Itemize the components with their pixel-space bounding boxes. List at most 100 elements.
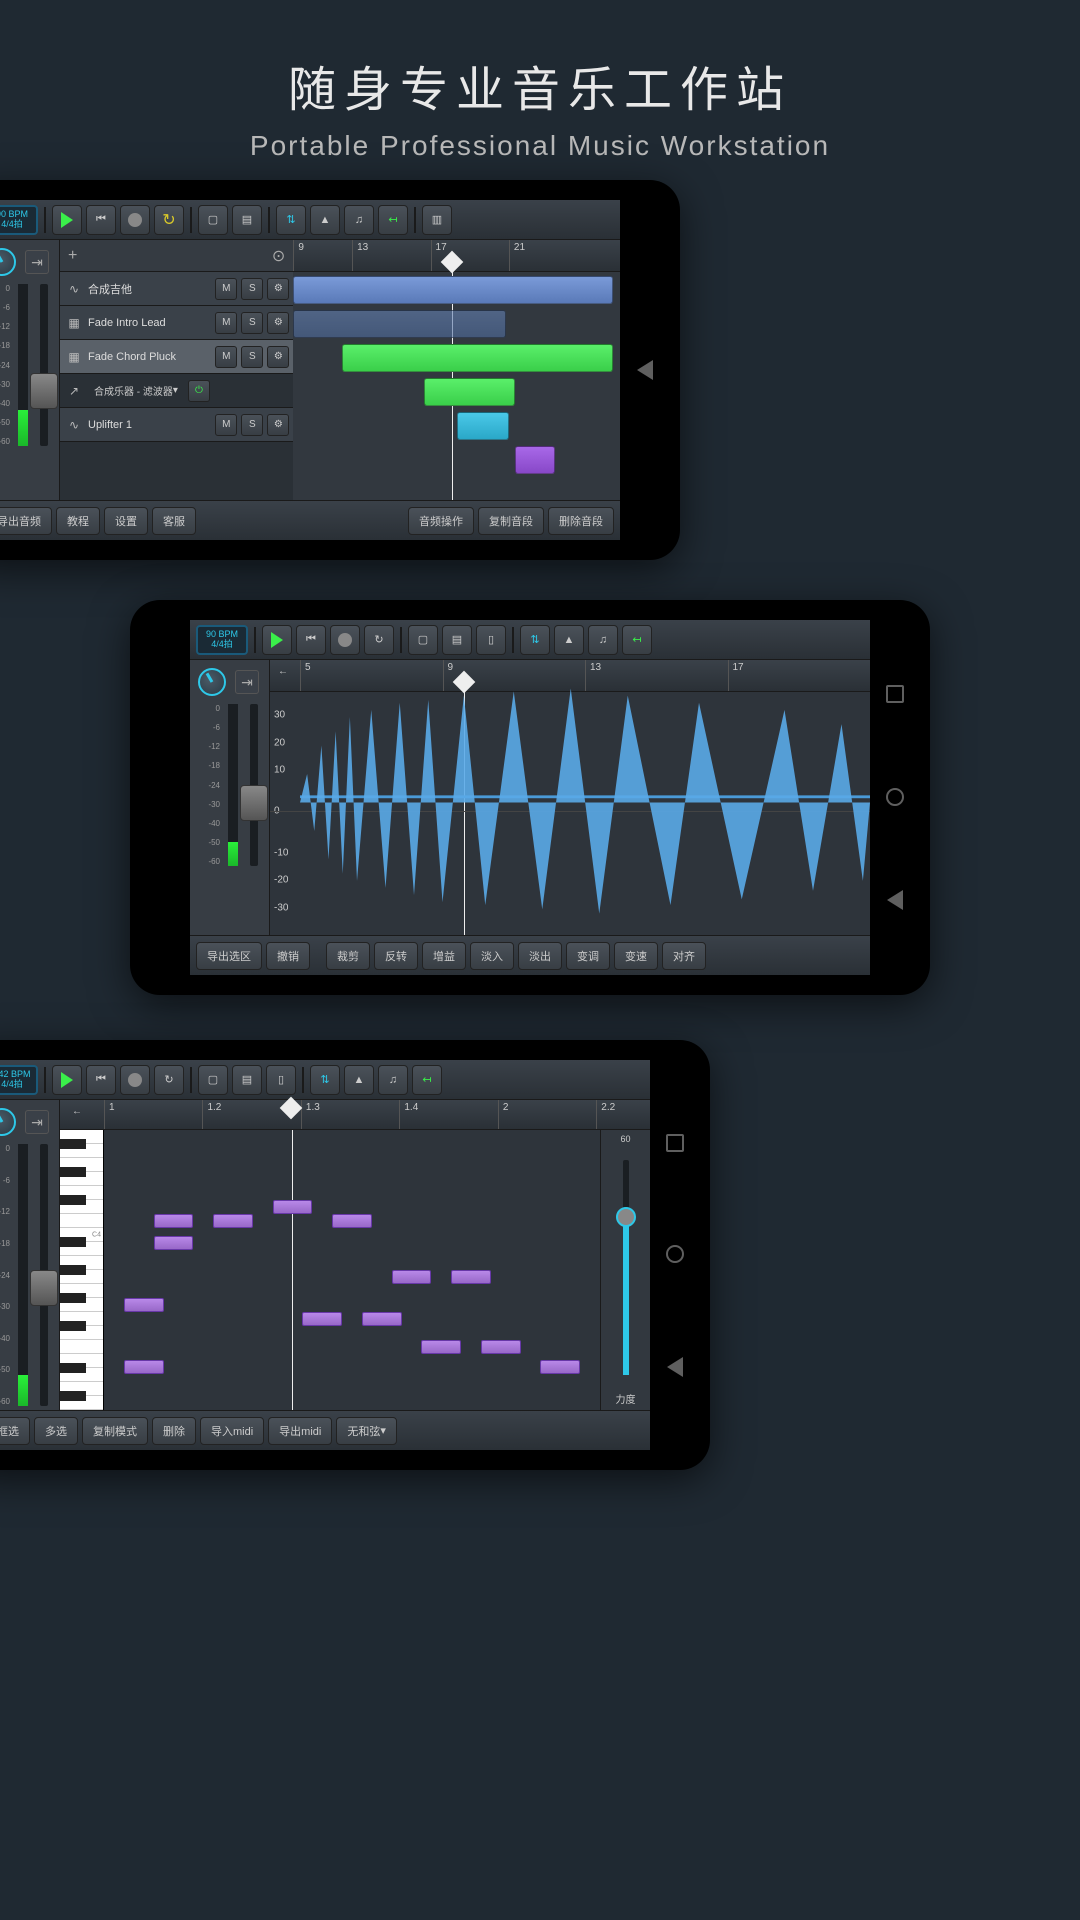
tutorial-button[interactable]: 教程: [56, 507, 100, 535]
record-button[interactable]: [120, 205, 150, 235]
chord-dropdown[interactable]: 无和弦 ▾: [336, 1417, 397, 1445]
save-button[interactable]: ▤: [232, 1065, 262, 1095]
crop-button[interactable]: 裁剪: [326, 942, 370, 970]
midi-note[interactable]: [273, 1200, 313, 1214]
copy-mode-button[interactable]: 复制模式: [82, 1417, 148, 1445]
velocity-slider[interactable]: [623, 1160, 629, 1375]
collapse-button[interactable]: ⊙: [272, 246, 285, 266]
clip[interactable]: [424, 378, 515, 406]
timeline[interactable]: 9 13 17 21: [293, 240, 620, 500]
mute-button[interactable]: M: [215, 414, 237, 436]
align-button[interactable]: 对齐: [662, 942, 706, 970]
import-midi-button[interactable]: 导入midi: [200, 1417, 264, 1445]
bpm-display[interactable]: 90 BPM 4/4拍: [0, 205, 38, 235]
notes-button[interactable]: ♫: [588, 625, 618, 655]
metronome-button[interactable]: ▲: [344, 1065, 374, 1095]
track-row[interactable]: ↗ 合成乐器 - 滤波器 ▾ ⏻: [60, 374, 293, 408]
clip[interactable]: [293, 310, 505, 338]
back-button[interactable]: [887, 890, 903, 910]
master-fader[interactable]: [30, 373, 58, 409]
preset-dropdown[interactable]: 合成乐器 - 滤波器 ▾: [88, 381, 184, 400]
piano-button[interactable]: ▥: [422, 205, 452, 235]
export-audio-button[interactable]: 导出音频: [0, 507, 52, 535]
rewind-button[interactable]: ⏮: [86, 1065, 116, 1095]
piano-roll-grid[interactable]: [104, 1130, 600, 1410]
midi-note[interactable]: [421, 1340, 461, 1354]
midi-note[interactable]: [332, 1214, 372, 1228]
bpm-display[interactable]: 90 BPM 4/4拍: [196, 625, 248, 655]
back-button[interactable]: [637, 360, 653, 380]
ruler[interactable]: ← 1 1.2 1.3 1.4 2 2.2: [60, 1100, 650, 1130]
fadeout-button[interactable]: 淡出: [518, 942, 562, 970]
mute-button[interactable]: M: [215, 312, 237, 334]
delete-clip-button[interactable]: 删除音段: [548, 507, 614, 535]
rewind-button[interactable]: ⏮: [86, 205, 116, 235]
export-selection-button[interactable]: 导出选区: [196, 942, 262, 970]
master-fader[interactable]: [30, 1270, 58, 1306]
rewind-button[interactable]: ⏮: [296, 625, 326, 655]
copy-clip-button[interactable]: 复制音段: [478, 507, 544, 535]
play-button[interactable]: [262, 625, 292, 655]
midi-note[interactable]: [124, 1298, 164, 1312]
track-row[interactable]: ▦ Fade Chord Pluck M S ⚙: [60, 340, 293, 374]
snap-button[interactable]: ↤: [622, 625, 652, 655]
solo-button[interactable]: S: [241, 346, 263, 368]
mute-button[interactable]: M: [215, 278, 237, 300]
metronome-button[interactable]: ▲: [310, 205, 340, 235]
piano-keyboard[interactable]: C4: [60, 1130, 104, 1410]
midi-note[interactable]: [302, 1312, 342, 1326]
expand-icon[interactable]: ⇥: [235, 670, 259, 694]
track-row[interactable]: ∿ 合成吉他 M S ⚙: [60, 272, 293, 306]
track-settings-button[interactable]: ⚙: [267, 414, 289, 436]
fadein-button[interactable]: 淡入: [470, 942, 514, 970]
notes-button[interactable]: ♫: [378, 1065, 408, 1095]
solo-button[interactable]: S: [241, 414, 263, 436]
settings-button[interactable]: 设置: [104, 507, 148, 535]
midi-note[interactable]: [124, 1360, 164, 1374]
home-button[interactable]: [666, 1245, 684, 1263]
midi-note[interactable]: [392, 1270, 432, 1284]
folder-button[interactable]: ▢: [408, 625, 438, 655]
power-button[interactable]: ⏻: [188, 380, 210, 402]
back-arrow-icon[interactable]: ←: [72, 1106, 82, 1117]
record-button[interactable]: [330, 625, 360, 655]
track-row[interactable]: ▦ Fade Intro Lead M S ⚙: [60, 306, 293, 340]
clip[interactable]: [293, 276, 613, 304]
midi-note[interactable]: [154, 1236, 194, 1250]
midi-note[interactable]: [481, 1340, 521, 1354]
snap-button[interactable]: ↤: [412, 1065, 442, 1095]
metronome-button[interactable]: ▲: [554, 625, 584, 655]
track-row[interactable]: ∿ Uplifter 1 M S ⚙: [60, 408, 293, 442]
pan-knob[interactable]: [198, 668, 226, 696]
track-settings-button[interactable]: ⚙: [267, 346, 289, 368]
snap-button[interactable]: ↤: [378, 205, 408, 235]
midi-note[interactable]: [213, 1214, 253, 1228]
overview-button[interactable]: [666, 1134, 684, 1152]
file-button[interactable]: ▯: [476, 625, 506, 655]
save-button[interactable]: ▤: [442, 625, 472, 655]
mixer-button[interactable]: ⇅: [520, 625, 550, 655]
undo-button[interactable]: 撤销: [266, 942, 310, 970]
gain-button[interactable]: 增益: [422, 942, 466, 970]
folder-button[interactable]: ▢: [198, 205, 228, 235]
solo-button[interactable]: S: [241, 312, 263, 334]
play-button[interactable]: [52, 1065, 82, 1095]
box-select-button[interactable]: 框选: [0, 1417, 30, 1445]
export-midi-button[interactable]: 导出midi: [268, 1417, 332, 1445]
overview-button[interactable]: [886, 685, 904, 703]
waveform-editor[interactable]: ← 5 9 13 17 30 20 10 0 -10 -20 -30: [270, 660, 870, 935]
expand-icon[interactable]: ⇥: [25, 1110, 49, 1134]
pitch-button[interactable]: 变调: [566, 942, 610, 970]
support-button[interactable]: 客服: [152, 507, 196, 535]
record-button[interactable]: [120, 1065, 150, 1095]
bpm-display[interactable]: 142 BPM 4/4拍: [0, 1065, 38, 1095]
speed-button[interactable]: 变速: [614, 942, 658, 970]
clip[interactable]: [342, 344, 613, 372]
midi-note[interactable]: [362, 1312, 402, 1326]
back-arrow-icon[interactable]: ←: [278, 666, 288, 677]
loop-button[interactable]: ↻: [364, 625, 394, 655]
back-button[interactable]: [667, 1357, 683, 1377]
midi-note[interactable]: [154, 1214, 194, 1228]
folder-button[interactable]: ▢: [198, 1065, 228, 1095]
loop-button[interactable]: ↻: [154, 1065, 184, 1095]
